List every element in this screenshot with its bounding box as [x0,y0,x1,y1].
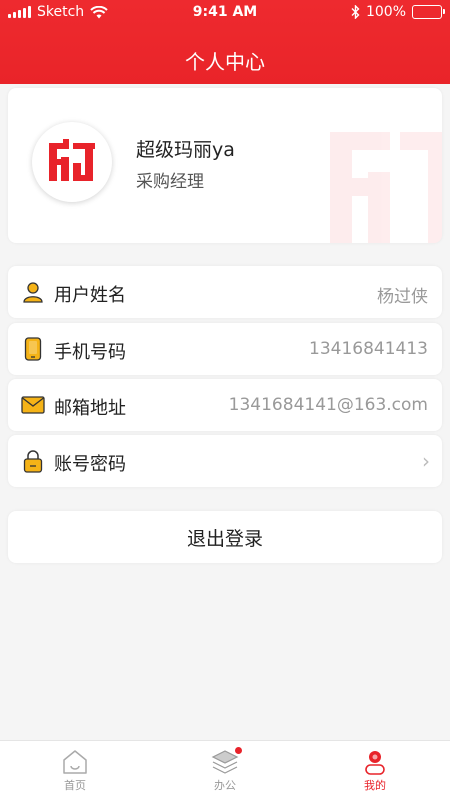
profile-role: 采购经理 [136,172,204,192]
user-name-row[interactable]: 用户姓名 杨过侠 [8,266,442,318]
email-value: 1341684141@163.com [228,395,428,415]
profile-card[interactable]: 超级玛丽ya 采购经理 [8,88,442,243]
tab-profile-label: 我的 [364,779,386,792]
user-name-value: 杨过侠 [377,287,428,307]
user-icon [20,279,46,305]
tab-home[interactable]: 首页 [0,741,150,800]
profile-name: 超级玛丽ya [136,139,235,161]
tab-profile[interactable]: 我的 [300,741,450,800]
status-bar: Sketch 9:41 AM 100% [0,0,450,26]
battery-percent: 100% [365,4,406,20]
tab-home-label: 首页 [64,779,86,792]
email-row[interactable]: 邮箱地址 1341684141@163.com [8,379,442,431]
status-right: 100% [351,4,445,20]
app-header: Sketch 9:41 AM 100% 个人中心 [0,0,450,84]
page-title: 个人中心 [185,50,265,74]
password-label: 账号密码 [54,454,126,475]
bluetooth-icon [351,5,360,19]
mail-icon [20,392,46,418]
logout-button[interactable]: 退出登录 [8,511,442,563]
phone-label: 手机号码 [54,342,126,363]
tab-office-label: 办公 [214,779,236,792]
phone-icon [20,336,46,362]
company-logo-icon [49,139,95,181]
user-name-label: 用户姓名 [54,285,126,306]
chevron-right-icon: › [422,449,430,473]
home-icon [63,750,87,774]
profile-icon [365,751,385,775]
logo-watermark [330,132,442,243]
layers-icon [211,750,239,774]
battery-icon [412,5,445,19]
password-row[interactable]: 账号密码 › [8,435,442,487]
phone-row[interactable]: 手机号码 13416841413 [8,323,442,375]
notification-badge [235,747,242,754]
email-label: 邮箱地址 [54,398,126,419]
tab-bar: 首页 办公 我的 [0,740,450,800]
lock-icon [20,448,46,474]
tab-office[interactable]: 办公 [150,741,300,800]
avatar[interactable] [32,122,112,202]
phone-value: 13416841413 [309,339,428,359]
